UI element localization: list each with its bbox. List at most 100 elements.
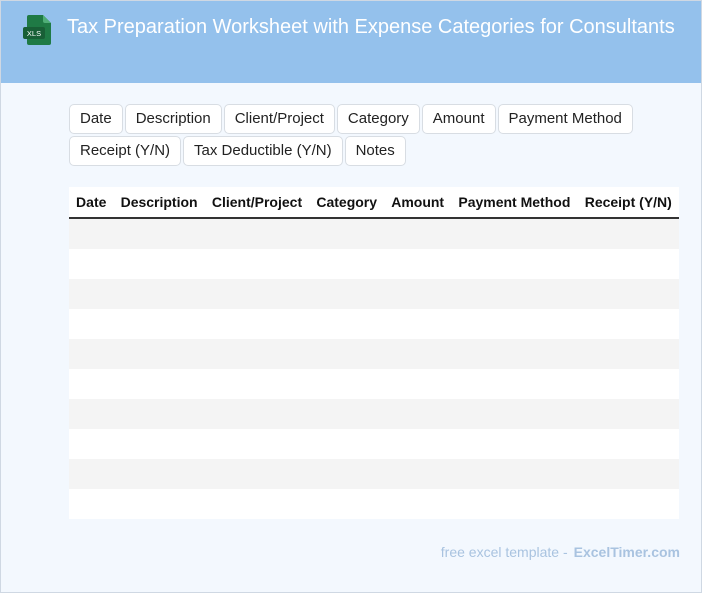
- column-chip[interactable]: Client/Project: [223, 104, 335, 134]
- worksheet-table: Date Description Client/Project Category Amo…: [69, 187, 679, 519]
- table-cell[interactable]: [69, 309, 114, 339]
- table-cell[interactable]: [69, 429, 114, 459]
- column-header: Payment Method: [451, 187, 578, 219]
- table-cell[interactable]: [113, 249, 205, 279]
- table-cell[interactable]: [577, 489, 679, 519]
- table-cell[interactable]: [384, 279, 452, 309]
- table-cell[interactable]: [69, 279, 114, 309]
- table-cell[interactable]: [204, 489, 310, 519]
- table-cell[interactable]: [69, 399, 114, 429]
- table-cell[interactable]: [113, 369, 205, 399]
- table-cell[interactable]: [113, 399, 205, 429]
- table-cell[interactable]: [309, 339, 385, 369]
- table-row: [69, 429, 679, 459]
- table-cell[interactable]: [577, 218, 679, 249]
- table-cell[interactable]: [204, 279, 310, 309]
- table-cell[interactable]: [113, 218, 205, 249]
- column-chip[interactable]: Date: [69, 104, 123, 134]
- column-chip[interactable]: Receipt (Y/N): [69, 136, 182, 166]
- table-cell[interactable]: [69, 218, 114, 249]
- table-cell[interactable]: [204, 218, 310, 249]
- column-header: Amount: [384, 187, 452, 219]
- table-cell[interactable]: [309, 489, 385, 519]
- table-cell[interactable]: [384, 459, 452, 489]
- table-row: [69, 399, 679, 429]
- header-banner: XLS Tax Preparation Worksheet with Expen…: [1, 1, 701, 83]
- table-cell[interactable]: [451, 309, 578, 339]
- column-header: Description: [113, 187, 205, 219]
- table-cell[interactable]: [113, 339, 205, 369]
- table-cell[interactable]: [204, 459, 310, 489]
- column-header: Receipt (Y/N): [577, 187, 679, 219]
- table-row: [69, 309, 679, 339]
- table-cell[interactable]: [451, 369, 578, 399]
- table-cell[interactable]: [69, 369, 114, 399]
- table-cell[interactable]: [309, 369, 385, 399]
- table-cell[interactable]: [451, 489, 578, 519]
- table-cell[interactable]: [384, 309, 452, 339]
- table-cell[interactable]: [384, 489, 452, 519]
- table-cell[interactable]: [204, 339, 310, 369]
- table-cell[interactable]: [451, 218, 578, 249]
- table-cell[interactable]: [384, 218, 452, 249]
- table-cell[interactable]: [204, 369, 310, 399]
- table-cell[interactable]: [577, 429, 679, 459]
- table-cell[interactable]: [577, 369, 679, 399]
- table-cell[interactable]: [451, 279, 578, 309]
- table-cell[interactable]: [309, 399, 385, 429]
- table-cell[interactable]: [113, 279, 205, 309]
- footer-credit: free excel template - ExcelTimer.com: [441, 544, 680, 560]
- table-cell[interactable]: [204, 429, 310, 459]
- table-cell[interactable]: [309, 218, 385, 249]
- table-cell[interactable]: [384, 249, 452, 279]
- table-body: [69, 218, 679, 519]
- column-header: Date: [69, 187, 114, 219]
- column-chip[interactable]: Tax Deductible (Y/N): [183, 136, 343, 166]
- table-cell[interactable]: [451, 249, 578, 279]
- table-row: [69, 279, 679, 309]
- table-row: [69, 369, 679, 399]
- table-cell[interactable]: [384, 429, 452, 459]
- table-cell[interactable]: [577, 339, 679, 369]
- table-cell[interactable]: [309, 249, 385, 279]
- column-chip[interactable]: Amount: [421, 104, 496, 134]
- table-cell[interactable]: [577, 399, 679, 429]
- table-cell[interactable]: [384, 399, 452, 429]
- table-cell[interactable]: [204, 309, 310, 339]
- table-cell[interactable]: [309, 309, 385, 339]
- table-cell[interactable]: [451, 459, 578, 489]
- table-cell[interactable]: [384, 369, 452, 399]
- table-cell[interactable]: [577, 309, 679, 339]
- table-cell[interactable]: [309, 279, 385, 309]
- table-cell[interactable]: [113, 309, 205, 339]
- table-cell[interactable]: [69, 459, 114, 489]
- table-cell[interactable]: [69, 339, 114, 369]
- template-card: XLS Tax Preparation Worksheet with Expen…: [0, 0, 702, 593]
- table-row: [69, 218, 679, 249]
- table-cell[interactable]: [451, 339, 578, 369]
- table-cell[interactable]: [577, 459, 679, 489]
- page-title: Tax Preparation Worksheet with Expense C…: [67, 16, 675, 38]
- table-cell[interactable]: [577, 279, 679, 309]
- table-header-row: Date Description Client/Project Category Amo…: [69, 187, 679, 219]
- table-cell[interactable]: [113, 489, 205, 519]
- column-chip[interactable]: Description: [124, 104, 222, 134]
- table-cell[interactable]: [309, 429, 385, 459]
- column-chip-list: Date Description Client/Project Category Amo…: [69, 104, 649, 166]
- table-cell[interactable]: [384, 339, 452, 369]
- table-cell[interactable]: [577, 249, 679, 279]
- table-cell[interactable]: [69, 489, 114, 519]
- table-cell[interactable]: [113, 429, 205, 459]
- table-cell[interactable]: [451, 429, 578, 459]
- column-chip[interactable]: Payment Method: [497, 104, 633, 134]
- table-cell[interactable]: [309, 459, 385, 489]
- table-cell[interactable]: [204, 249, 310, 279]
- table-cell[interactable]: [451, 399, 578, 429]
- column-chip[interactable]: Category: [336, 104, 420, 134]
- footer-brand-link[interactable]: ExcelTimer.com: [574, 544, 680, 560]
- table-cell[interactable]: [204, 399, 310, 429]
- column-header: Category: [309, 187, 385, 219]
- table-cell[interactable]: [69, 249, 114, 279]
- column-chip[interactable]: Notes: [344, 136, 406, 166]
- table-cell[interactable]: [113, 459, 205, 489]
